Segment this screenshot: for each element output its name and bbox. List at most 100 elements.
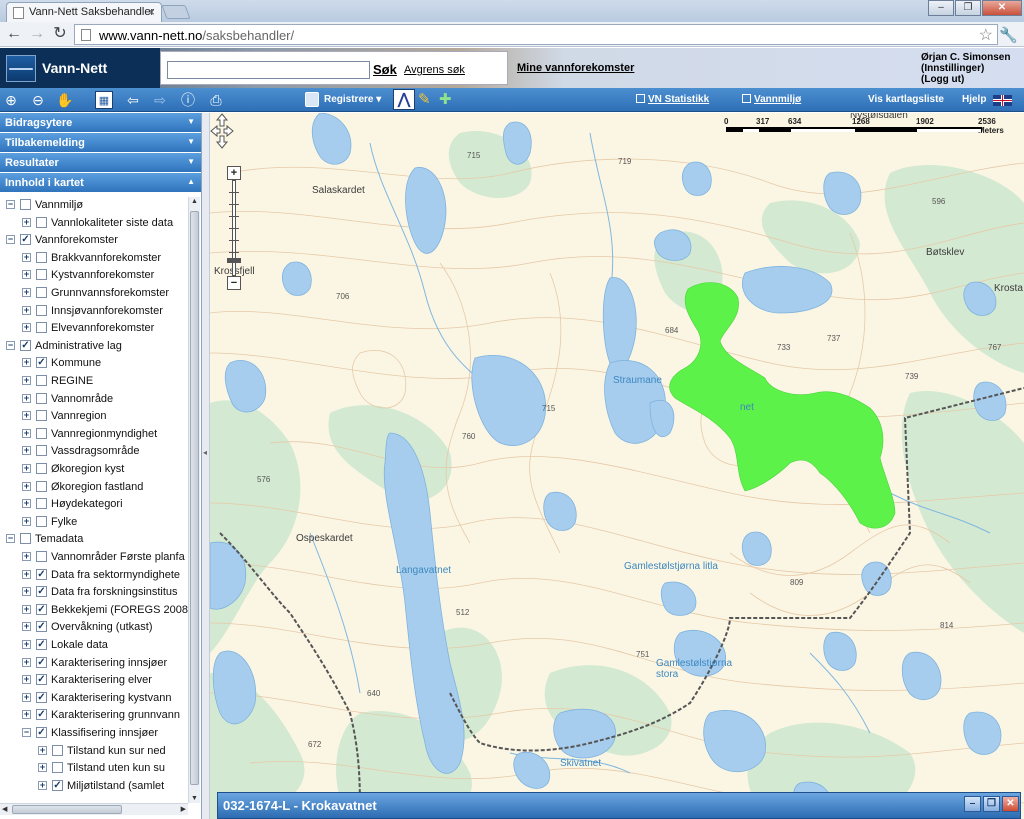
minimize-window-button[interactable]: – [964,796,981,812]
expand-icon[interactable]: + [22,376,31,385]
layer-checkbox[interactable] [36,304,47,316]
expand-icon[interactable]: + [22,393,31,403]
scroll-right-icon[interactable]: ▶ [181,805,186,813]
collapse-icon[interactable]: − [6,534,15,544]
scroll-up-icon[interactable]: ▲ [190,198,199,205]
expand-icon[interactable]: + [22,569,31,579]
layer-checkbox[interactable]: ✓ [36,656,47,668]
collapse-icon[interactable]: − [6,200,15,209]
section-map-content[interactable]: Innhold i kartet ▲ [0,173,201,193]
forward-icon[interactable]: → [27,25,47,43]
layer-checkbox[interactable]: ✓ [36,603,47,615]
expand-icon[interactable]: + [22,323,31,333]
layer-checkbox[interactable]: ✓ [36,586,47,598]
map-view[interactable]: Salaskardet Krossfjell Straumane Nystøls… [210,113,1024,819]
feature-info-window[interactable]: 032-1674-L - Krokavatnet – ❐ ✕ [217,792,1021,819]
layer-checkbox[interactable] [36,322,47,334]
register-menu[interactable]: Registrere ▾ [324,94,381,105]
expand-icon[interactable]: + [38,780,47,790]
layer-checkbox[interactable]: ✓ [20,234,31,246]
expand-icon[interactable]: + [22,516,31,526]
expand-icon[interactable]: + [22,411,31,421]
water-environment-link[interactable]: Vannmiljø [742,94,801,105]
layer-checkbox[interactable] [52,744,63,756]
expand-icon[interactable]: + [22,464,31,473]
scroll-down-icon[interactable]: ▼ [190,795,199,802]
layer-tree-vertical-scrollbar[interactable]: ▲ ▼ [188,197,200,803]
close-info-window-button[interactable]: ✕ [1002,796,1019,812]
edit-pen-icon[interactable]: ✎ [418,91,436,109]
vn-statistics-link[interactable]: VN Statistikk [636,94,709,105]
layer-tree-horizontal-scrollbar[interactable]: ◀ ▶ [0,803,188,815]
collapse-icon[interactable]: − [6,340,15,350]
expand-icon[interactable]: + [22,252,31,262]
layer-checkbox[interactable] [36,375,47,386]
layer-checkbox[interactable]: ✓ [36,639,47,650]
expand-icon[interactable]: + [22,288,31,297]
scroll-thumb[interactable] [190,211,199,785]
scroll-thumb[interactable] [12,805,122,814]
expand-icon[interactable]: + [22,499,31,509]
expand-icon[interactable]: + [22,428,31,438]
reload-icon[interactable]: ↻ [50,25,70,43]
bookmark-star-icon[interactable]: ☆ [979,25,993,45]
layer-checkbox[interactable] [36,216,47,228]
layer-checkbox[interactable] [36,551,47,562]
maximize-button[interactable]: ❐ [955,0,981,16]
expand-icon[interactable]: + [22,657,31,667]
logout-link[interactable]: (Logg ut) [921,74,1010,85]
selected-waterbody-polygon[interactable] [669,282,896,529]
my-waterbodies-link[interactable]: Mine vannforekomster [517,62,634,74]
layer-checkbox[interactable] [36,427,47,439]
expand-icon[interactable]: + [22,692,31,702]
user-settings-link[interactable]: (Innstillinger) [921,63,1010,74]
full-extent-icon[interactable]: ▦ [95,91,113,109]
zoom-slider-minus-button[interactable]: − [227,276,241,290]
expand-icon[interactable]: + [22,604,31,614]
layer-checkbox[interactable]: ✓ [36,727,47,738]
search-button[interactable]: Søk [373,62,397,77]
expand-icon[interactable]: + [22,358,31,368]
expand-icon[interactable]: + [22,270,31,280]
minimize-button[interactable]: – [928,0,954,16]
pan-arrows-icon[interactable] [210,113,234,149]
close-window-button[interactable]: ✕ [982,0,1022,16]
zoom-slider-plus-button[interactable]: + [227,166,241,180]
layer-checkbox[interactable]: ✓ [36,568,47,580]
layer-checkbox[interactable] [52,762,63,774]
layer-checkbox[interactable] [36,410,47,422]
expand-icon[interactable]: + [22,552,31,561]
zoom-out-icon[interactable]: ⊖ [29,91,47,109]
layer-checkbox[interactable] [36,445,47,457]
layer-checkbox[interactable]: ✓ [36,357,47,369]
new-tab-button[interactable] [161,5,191,19]
layer-checkbox[interactable]: ✓ [20,339,31,351]
next-extent-icon[interactable]: ⇨ [151,91,169,109]
layer-checkbox[interactable]: ✓ [36,674,47,686]
expand-icon[interactable]: + [22,622,31,632]
layer-checkbox[interactable] [36,498,47,510]
expand-icon[interactable]: + [22,305,31,315]
layer-checkbox[interactable] [36,392,47,404]
expand-icon[interactable]: + [38,763,47,773]
restore-window-button[interactable]: ❐ [983,796,1000,812]
app-logo[interactable]: Vann-Nett [0,48,160,88]
collapse-icon[interactable]: − [22,728,31,737]
expand-icon[interactable]: + [22,217,31,227]
panel-splitter[interactable]: ◂ [202,113,210,819]
expand-icon[interactable]: + [22,675,31,685]
layer-checkbox[interactable]: ✓ [36,709,47,721]
select-tool-icon[interactable]: ⋀ [393,89,415,110]
show-layer-list-link[interactable]: Vis kartlagsliste [868,94,944,105]
identify-info-icon[interactable]: ⓘ [179,91,197,109]
layer-checkbox[interactable]: ✓ [52,779,63,791]
expand-icon[interactable]: + [22,710,31,720]
layer-checkbox[interactable] [20,533,31,545]
tab-close-icon[interactable]: × [148,5,155,19]
expand-icon[interactable]: + [22,481,31,491]
layer-checkbox[interactable] [36,480,47,492]
help-link[interactable]: Hjelp [962,94,986,105]
expand-icon[interactable]: + [22,587,31,597]
previous-extent-icon[interactable]: ⇦ [124,91,142,109]
expand-icon[interactable]: + [38,745,47,755]
